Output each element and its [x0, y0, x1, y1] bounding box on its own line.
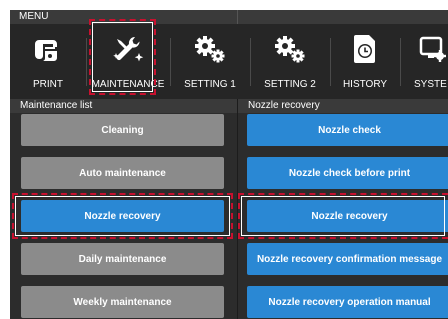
button-label: Nozzle check before print	[288, 167, 411, 179]
button-label: Cleaning	[101, 124, 144, 136]
button-label: Nozzle recovery operation manual	[268, 296, 431, 308]
auto-maintenance-button[interactable]: Auto maintenance	[21, 157, 224, 189]
left-panel-title: Maintenance list	[10, 99, 237, 113]
nav-item-label: SYSTE	[414, 79, 447, 90]
button-label: Daily maintenance	[78, 253, 167, 265]
system-icon	[402, 32, 448, 66]
top-navigation: PRINT MAINTENANCE SETTING 1 SETTING 2 HI…	[10, 24, 448, 99]
history-icon	[332, 32, 398, 66]
button-label: Nozzle recovery	[84, 210, 161, 222]
nozzle-recovery-button[interactable]: Nozzle recovery	[247, 200, 448, 232]
nav-item-label: PRINT	[33, 79, 63, 90]
gears-icon	[252, 32, 328, 66]
nozzle-check-button[interactable]: Nozzle check	[247, 114, 448, 146]
nav-item-label: HISTORY	[342, 79, 388, 90]
nozzle-recovery-list-button[interactable]: Nozzle recovery	[21, 200, 224, 232]
nav-item-print[interactable]: PRINT	[14, 24, 82, 99]
nav-item-label: MAINTENANCE	[91, 79, 165, 90]
nav-item-history[interactable]: HISTORY	[332, 24, 398, 99]
weekly-maintenance-button[interactable]: Weekly maintenance	[21, 286, 224, 318]
nav-item-label: SETTING 2	[264, 79, 316, 90]
cleaning-button[interactable]: Cleaning	[21, 114, 224, 146]
button-label: Auto maintenance	[79, 167, 166, 179]
app-window: MENU PRINT MAINTENANCE SETTING 1 SETTING…	[10, 10, 448, 319]
nav-item-label: SETTING 1	[184, 79, 236, 90]
nav-separator	[170, 38, 171, 86]
daily-maintenance-button[interactable]: Daily maintenance	[21, 243, 224, 275]
nav-separator	[330, 38, 331, 86]
button-label: Nozzle recovery confirmation message	[256, 253, 443, 265]
gears-icon	[172, 32, 248, 66]
panel-divider	[237, 99, 238, 319]
print-icon	[14, 32, 82, 66]
nav-separator	[400, 38, 401, 86]
menu-title: MENU	[10, 10, 448, 24]
nav-separator	[250, 38, 251, 86]
nozzle-check-before-print-button[interactable]: Nozzle check before print	[247, 157, 448, 189]
nav-item-setting-1[interactable]: SETTING 1	[172, 24, 248, 99]
nav-item-setting-2[interactable]: SETTING 2	[252, 24, 328, 99]
right-panel-title: Nozzle recovery	[238, 99, 448, 113]
nav-item-maintenance[interactable]: MAINTENANCE	[90, 24, 166, 99]
button-label: Weekly maintenance	[73, 296, 172, 308]
nozzle-recovery-operation-manual-button[interactable]: Nozzle recovery operation manual	[247, 286, 448, 318]
button-label: Nozzle recovery	[311, 210, 388, 222]
maintenance-icon	[90, 32, 166, 66]
nozzle-recovery-confirmation-message-button[interactable]: Nozzle recovery confirmation message	[247, 243, 448, 275]
nav-separator	[86, 38, 87, 86]
button-label: Nozzle check	[318, 124, 381, 136]
nav-item-system[interactable]: SYSTE	[402, 24, 448, 99]
